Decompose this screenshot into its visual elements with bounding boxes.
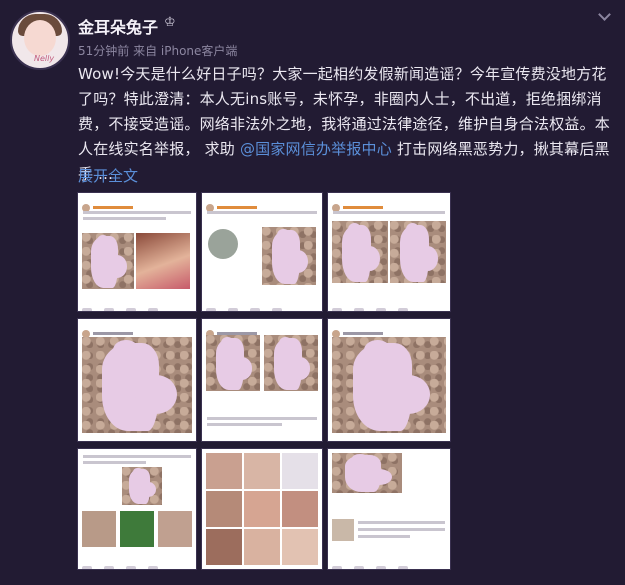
mention-link[interactable]: @国家网信办举报中心 <box>240 140 392 158</box>
chevron-down-icon[interactable] <box>598 8 611 21</box>
post-text: Wow!今天是什么好日子吗？大家一起相约发假新闻造谣？今年宣传费没地方花了吗？特… <box>78 62 616 187</box>
image-thumb-1[interactable] <box>78 193 196 311</box>
image-thumb-9[interactable] <box>328 449 450 569</box>
image-thumb-4[interactable] <box>78 319 196 441</box>
avatar-face <box>24 20 56 56</box>
username[interactable]: 金耳朵兔子 <box>78 14 158 38</box>
post-meta: 51分钟前 来自 iPhone客户端 <box>78 44 238 58</box>
crown-icon: ♔ <box>164 15 176 30</box>
avatar[interactable]: Nelly <box>10 10 70 70</box>
expand-full-text-link[interactable]: 展开全文 <box>78 165 138 186</box>
image-grid <box>78 193 450 569</box>
image-thumb-6[interactable] <box>328 319 450 441</box>
image-thumb-3[interactable] <box>328 193 450 311</box>
image-thumb-7[interactable] <box>78 449 196 569</box>
image-thumb-2[interactable] <box>202 193 322 311</box>
avatar-caption: Nelly <box>34 54 55 63</box>
image-thumb-8[interactable] <box>202 449 322 569</box>
image-thumb-5[interactable] <box>202 319 322 441</box>
